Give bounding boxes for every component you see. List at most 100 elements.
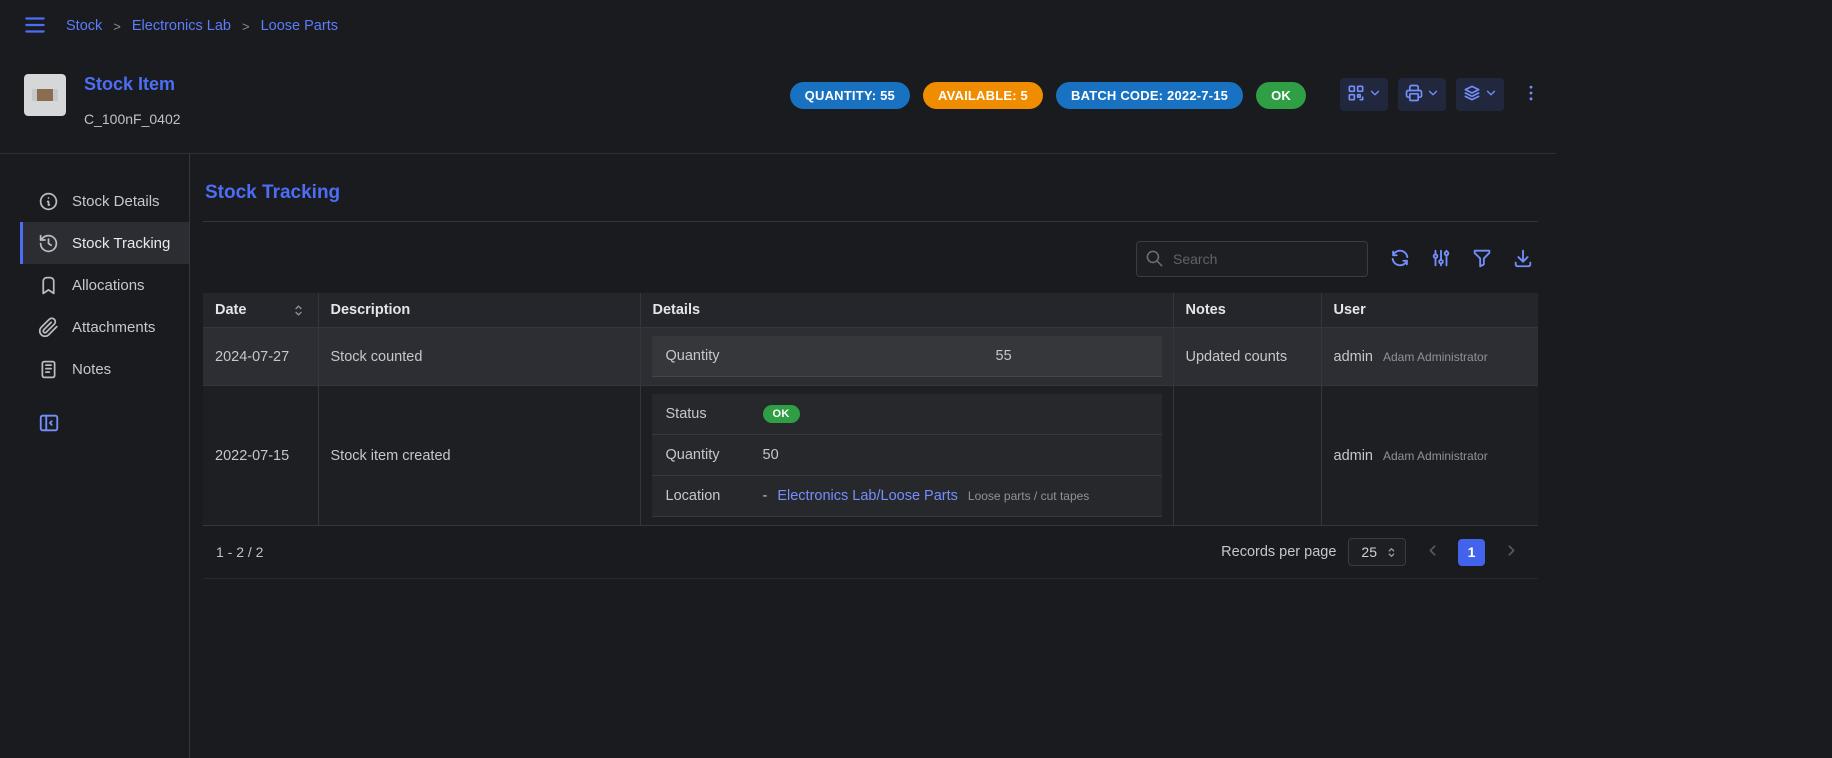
records-per-page-value: 25	[1361, 544, 1377, 560]
heading-divider	[203, 221, 1538, 222]
table-header-row: Date Description Details Notes User	[203, 293, 1538, 328]
detail-row-status: Status OK	[652, 394, 1162, 435]
sidebar-item-notes[interactable]: Notes	[20, 348, 189, 390]
sidebar-item-stock-tracking[interactable]: Stock Tracking	[20, 222, 189, 264]
search-box	[1136, 241, 1368, 277]
batch-code-badge: BATCH CODE: 2022-7-15	[1056, 82, 1243, 109]
detail-label: Location	[666, 488, 763, 504]
status-ok-badge: OK	[1256, 82, 1306, 109]
description-cell: Stock item created	[318, 386, 640, 526]
refresh-button[interactable]	[1387, 245, 1413, 274]
sidebar: Stock Details Stock Tracking Allocations…	[0, 154, 190, 758]
column-label: Date	[215, 302, 246, 318]
detail-row-quantity: Quantity 50	[652, 435, 1162, 476]
table-row: 2024-07-27 Stock counted Quantity 55 Upd…	[203, 328, 1538, 386]
stock-actions-button[interactable]	[1456, 78, 1504, 111]
sidebar-item-label: Stock Details	[72, 193, 160, 210]
table-footer: 1 - 2 / 2 Records per page 25 1	[203, 526, 1538, 579]
sidebar-item-label: Allocations	[72, 277, 145, 294]
qrcode-icon	[1346, 83, 1366, 106]
next-page-button[interactable]	[1497, 538, 1525, 566]
stock-actions-icon	[1462, 83, 1482, 106]
sidebar-collapse-button[interactable]	[38, 412, 60, 437]
title-block: Stock Item C_100nF_0402	[84, 74, 181, 127]
description-cell: Stock counted	[318, 328, 640, 386]
top-bar: Stock > Electronics Lab > Loose Parts	[0, 0, 1556, 52]
chevron-left-icon	[1424, 542, 1441, 562]
menu-button[interactable]	[20, 10, 50, 43]
chevron-down-icon	[1484, 86, 1498, 103]
main-panel: Stock Tracking	[190, 154, 1556, 758]
column-header-description: Description	[318, 293, 640, 328]
user-cell: adminAdam Administrator	[1321, 386, 1538, 526]
filter-icon	[1471, 247, 1493, 272]
chevron-right-icon	[1503, 542, 1520, 562]
user-full-name: Adam Administrator	[1383, 350, 1488, 364]
sidebar-item-allocations[interactable]: Allocations	[20, 264, 189, 306]
previous-page-button[interactable]	[1418, 538, 1446, 566]
sidebar-item-stock-details[interactable]: Stock Details	[20, 180, 189, 222]
download-icon	[1512, 247, 1534, 272]
page-header: Stock Item C_100nF_0402 QUANTITY: 55 AVA…	[0, 52, 1556, 154]
breadcrumb-link-loose-parts[interactable]: Loose Parts	[261, 18, 338, 34]
printer-icon	[1404, 83, 1424, 106]
barcode-actions-button[interactable]	[1340, 78, 1388, 111]
detail-label: Quantity	[666, 447, 763, 463]
sort-icon	[291, 303, 306, 318]
breadcrumb-link-electronics-lab[interactable]: Electronics Lab	[132, 18, 231, 34]
detail-value: 50	[763, 447, 1148, 463]
available-badge: AVAILABLE: 5	[923, 82, 1043, 109]
column-header-user: User	[1321, 293, 1538, 328]
sidebar-item-label: Stock Tracking	[72, 235, 170, 252]
stock-item-thumbnail[interactable]	[24, 74, 66, 116]
table-row: 2022-07-15 Stock item created Status OK …	[203, 386, 1538, 526]
username: admin	[1334, 349, 1374, 365]
username: admin	[1334, 448, 1374, 464]
refresh-icon	[1389, 247, 1411, 272]
notes-cell: Updated counts	[1173, 328, 1321, 386]
detail-row-quantity: Quantity 55	[652, 336, 1162, 377]
records-per-page-label: Records per page	[1221, 544, 1336, 560]
sidebar-item-label: Attachments	[72, 319, 155, 336]
quantity-badge: QUANTITY: 55	[790, 82, 910, 109]
more-options-button[interactable]	[1518, 80, 1544, 109]
select-chevrons-icon	[1385, 546, 1398, 559]
page-1-button[interactable]: 1	[1458, 539, 1485, 566]
stock-tracking-table: Date Description Details Notes User	[203, 293, 1538, 526]
sidebar-collapse-icon	[38, 412, 60, 437]
chevron-down-icon	[1426, 86, 1440, 103]
history-icon	[38, 233, 59, 254]
print-actions-button[interactable]	[1398, 78, 1446, 111]
details-cell: Quantity 55	[640, 328, 1173, 386]
detail-label: Quantity	[666, 348, 996, 364]
sidebar-item-attachments[interactable]: Attachments	[20, 306, 189, 348]
notes-cell	[1173, 386, 1321, 526]
status-ok-badge: OK	[763, 405, 800, 423]
records-per-page-select[interactable]: 25	[1348, 538, 1406, 566]
dots-vertical-icon	[1521, 83, 1541, 106]
column-header-date[interactable]: Date	[203, 293, 318, 328]
user-cell: admin Adam Administrator	[1321, 328, 1538, 386]
location-link[interactable]: Electronics Lab/Loose Parts	[777, 488, 958, 504]
sidebar-item-label: Notes	[72, 361, 111, 378]
download-button[interactable]	[1510, 245, 1536, 274]
column-header-notes: Notes	[1173, 293, 1321, 328]
paperclip-icon	[38, 317, 59, 338]
bookmark-icon	[38, 275, 59, 296]
table-options-button[interactable]	[1428, 245, 1454, 274]
column-header-details: Details	[640, 293, 1173, 328]
header-actions	[1340, 78, 1544, 111]
status-badges: QUANTITY: 55 AVAILABLE: 5 BATCH CODE: 20…	[790, 82, 1306, 109]
breadcrumb-link-stock[interactable]: Stock	[66, 18, 102, 34]
search-input[interactable]	[1136, 241, 1368, 277]
pagination-range: 1 - 2 / 2	[216, 544, 263, 560]
adjustments-icon	[1430, 247, 1452, 272]
location-description: Loose parts / cut tapes	[968, 489, 1089, 503]
chevron-down-icon	[1368, 86, 1382, 103]
filter-button[interactable]	[1469, 245, 1495, 274]
breadcrumb-separator: >	[113, 19, 121, 34]
breadcrumb: Stock > Electronics Lab > Loose Parts	[66, 18, 338, 34]
notes-icon	[38, 359, 59, 380]
detail-value: 55	[996, 348, 1148, 364]
page-title: Stock Item	[84, 74, 181, 95]
